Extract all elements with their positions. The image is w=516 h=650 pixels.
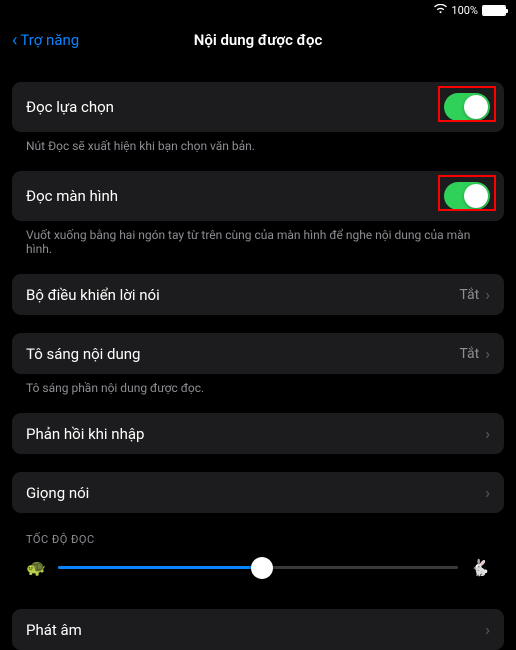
chevron-left-icon: ‹ (12, 30, 17, 51)
speak-screen-footer: Vuốt xuống bằng hai ngón tay từ trên cùn… (12, 221, 504, 256)
speaking-rate-slider-container: 🐢 🐇 (12, 550, 504, 591)
battery-icon (482, 5, 506, 16)
highlight-content-row[interactable]: Tô sáng nội dung Tắt › (12, 333, 504, 374)
back-label: Trợ năng (20, 31, 79, 49)
wifi-icon (434, 4, 447, 17)
row-label: Giọng nói (26, 484, 89, 502)
chevron-right-icon: › (485, 344, 490, 363)
row-label: Phản hồi khi nhập (26, 425, 144, 443)
pronunciations-row[interactable]: Phát âm › (12, 609, 504, 650)
chevron-right-icon: › (485, 424, 490, 443)
row-label: Đọc lựa chọn (26, 98, 114, 116)
speaking-rate-slider[interactable] (58, 566, 458, 569)
tortoise-icon: 🐢 (26, 558, 46, 577)
row-label: Bộ điều khiển lời nói (26, 286, 160, 304)
speak-selection-row[interactable]: Đọc lựa chọn (12, 82, 504, 132)
speak-screen-row[interactable]: Đọc màn hình (12, 171, 504, 221)
speaking-rate-header: TỐC ĐỘ ĐỌC (12, 513, 504, 550)
row-value: Tắt (459, 287, 479, 303)
chevron-right-icon: › (485, 483, 490, 502)
back-button[interactable]: ‹ Trợ năng (12, 30, 79, 51)
typing-feedback-row[interactable]: Phản hồi khi nhập › (12, 413, 504, 454)
speak-selection-toggle[interactable] (444, 93, 490, 121)
speak-selection-footer: Nút Đọc sẽ xuất hiện khi bạn chọn văn bả… (12, 132, 504, 153)
rabbit-icon: 🐇 (470, 558, 490, 577)
chevron-right-icon: › (485, 620, 490, 639)
row-label: Tô sáng nội dung (26, 345, 140, 363)
voices-row[interactable]: Giọng nói › (12, 472, 504, 513)
navigation-bar: ‹ Trợ năng Nội dung được đọc (0, 20, 516, 60)
row-label: Đọc màn hình (26, 187, 118, 205)
speech-controller-row[interactable]: Bộ điều khiển lời nói Tắt › (12, 274, 504, 315)
status-bar: 100% (0, 0, 516, 20)
battery-percentage: 100% (451, 4, 478, 17)
speak-screen-toggle[interactable] (444, 182, 490, 210)
highlight-content-footer: Tô sáng phần nội dung được đọc. (12, 374, 504, 395)
page-title: Nội dung được đọc (194, 31, 323, 49)
row-label: Phát âm (26, 621, 82, 639)
chevron-right-icon: › (485, 285, 490, 304)
row-value: Tắt (459, 346, 479, 362)
slider-thumb[interactable] (251, 557, 273, 579)
